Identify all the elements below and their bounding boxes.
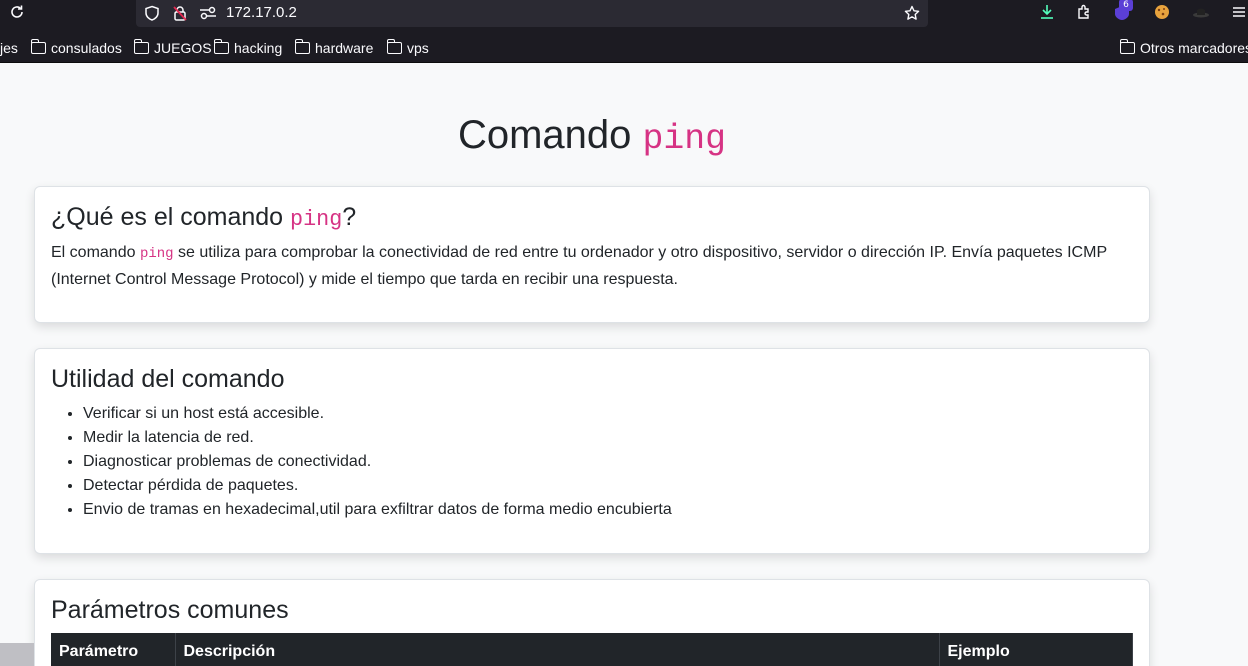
- list-item: Verificar si un host está accesible.: [83, 402, 1133, 426]
- page-content: Comando ping ¿Qué es el comando ping? El…: [0, 63, 1248, 666]
- title-code: ping: [642, 120, 727, 159]
- extension-hat-icon[interactable]: [1191, 2, 1211, 22]
- extensions-icon[interactable]: [1074, 2, 1094, 22]
- bookmark-folder-hardware[interactable]: hardware: [294, 38, 373, 58]
- folder-icon: [213, 39, 229, 54]
- folder-icon: [1119, 39, 1135, 54]
- folder-icon: [30, 39, 46, 54]
- params-card: Parámetros comunes Parámetro Descripción…: [34, 579, 1150, 666]
- params-heading: Parámetros comunes: [51, 596, 289, 624]
- usage-list: Verificar si un host está accesible. Med…: [51, 402, 1133, 522]
- bookmark-folder-vps[interactable]: vps: [386, 38, 429, 58]
- browser-toolbar: 172.17.0.2 6: [0, 0, 1248, 33]
- horizontal-scrollbar[interactable]: [0, 643, 34, 666]
- list-item: Detectar pérdida de paquetes.: [83, 474, 1133, 498]
- bookmark-folder-hacking[interactable]: hacking: [213, 38, 282, 58]
- extension-cookie-icon[interactable]: [1152, 2, 1172, 22]
- what-is-paragraph: El comando ping se utiliza para comproba…: [51, 244, 1107, 288]
- bookmark-folder-consulados[interactable]: consulados: [30, 38, 122, 58]
- url-bar[interactable]: 172.17.0.2: [136, 0, 928, 27]
- bookmark-folder-juegos[interactable]: JUEGOS: [133, 38, 212, 58]
- column-header-parametro: Parámetro: [51, 633, 176, 666]
- usage-heading: Utilidad del comando: [51, 365, 285, 393]
- column-header-ejemplo: Ejemplo: [939, 633, 1133, 666]
- list-item: Diagnosticar problemas de conectividad.: [83, 450, 1133, 474]
- bookmark-folder-otros-marcadores[interactable]: Otros marcadores: [1119, 38, 1248, 58]
- what-is-card: ¿Qué es el comando ping? El comando ping…: [34, 186, 1150, 323]
- bookmark-star-icon[interactable]: [902, 3, 922, 23]
- list-item: Medir la latencia de red.: [83, 426, 1133, 450]
- column-header-descripcion: Descripción: [175, 633, 940, 666]
- bookmark-jes[interactable]: jes: [0, 38, 18, 58]
- page-title: Comando ping: [457, 113, 727, 159]
- what-is-heading: ¿Qué es el comando ping?: [51, 203, 357, 232]
- download-icon[interactable]: [1037, 2, 1057, 22]
- menu-icon[interactable]: [1229, 2, 1248, 22]
- folder-icon: [294, 39, 310, 54]
- folder-icon: [386, 39, 402, 54]
- usage-card: Utilidad del comando Verificar si un hos…: [34, 348, 1150, 554]
- shield-icon[interactable]: [142, 3, 162, 23]
- extension-badge: 6: [1119, 0, 1133, 11]
- permissions-icon[interactable]: [198, 3, 218, 23]
- params-table: Parámetro Descripción Ejemplo: [51, 633, 1133, 666]
- list-item: Envio de tramas en hexadecimal,util para…: [83, 498, 1133, 522]
- folder-icon: [133, 39, 149, 54]
- insecure-lock-icon[interactable]: [170, 3, 190, 23]
- reload-icon[interactable]: [7, 2, 27, 22]
- url-text[interactable]: 172.17.0.2: [226, 4, 297, 21]
